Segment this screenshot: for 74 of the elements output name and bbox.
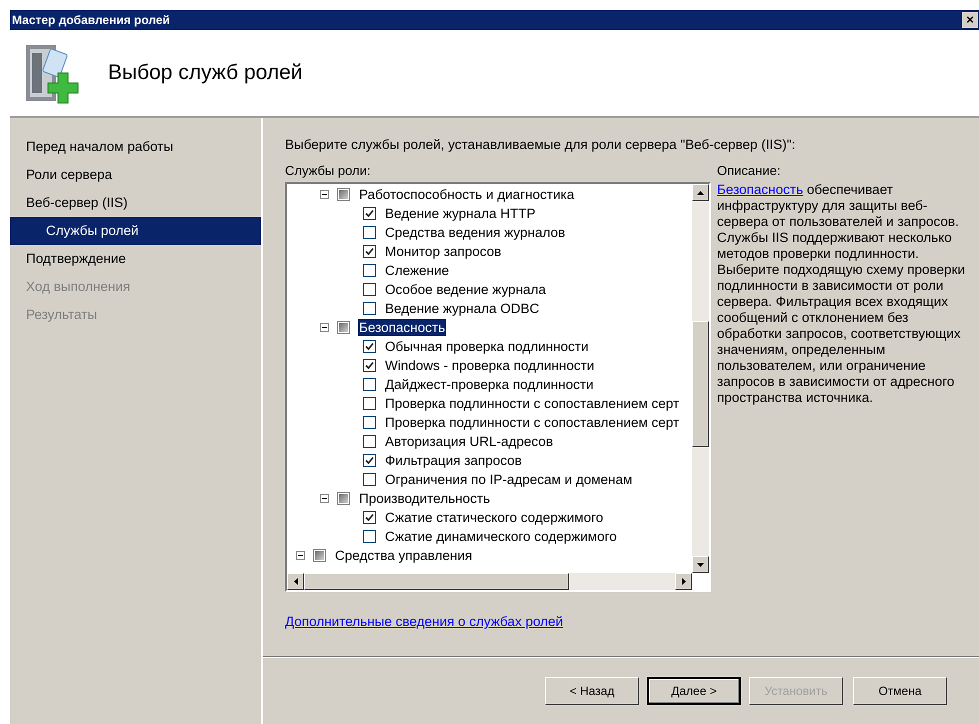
tree-item-label[interactable]: Безопасность [358,319,446,336]
tree-item-label[interactable]: Фильтрация запросов [384,452,523,470]
sidebar-step[interactable]: Веб-сервер (IIS) [10,189,261,217]
instruction-text: Выберите службы ролей, устанавливаемые для роли сервера "Веб-сервер (IIS)": [285,136,796,154]
page-heading: Выбор служб ролей [108,60,303,86]
sidebar-step[interactable]: Перед началом работы [10,133,261,161]
tree-item-label[interactable]: Монитор запросов [384,243,502,260]
description-link[interactable]: Безопасность [717,182,804,198]
up-arrow-icon [697,190,704,195]
checkbox[interactable] [363,207,376,220]
checkbox[interactable] [363,454,376,468]
tree-item-label[interactable]: Ведение журнала HTTP [384,205,536,222]
checkbox[interactable] [363,302,376,316]
tree-item-label[interactable]: Сжатие статического содержимого [384,509,604,526]
checkbox[interactable] [363,511,376,524]
wizard-button[interactable]: < Назад [545,676,639,704]
scroll-left-button[interactable] [287,573,304,590]
tree-item-label[interactable]: Слежение [384,262,450,280]
checkbox[interactable] [363,359,376,372]
checkbox[interactable] [363,435,376,448]
scroll-right-button[interactable] [675,573,692,590]
tree-item-label[interactable]: Работоспособность и диагностика [358,186,576,204]
tree-item-label[interactable]: Средства ведения журналов [384,224,566,242]
checkbox[interactable] [363,264,376,278]
checkbox[interactable] [313,549,326,562]
more-info-link[interactable]: Дополнительные сведения о службах ролей [285,612,564,632]
scroll-down-button[interactable] [692,556,709,574]
description-label: Описание: [717,162,780,180]
down-arrow-icon [697,562,704,567]
checkbox[interactable] [337,188,350,202]
tree-item-label[interactable]: Ведение журнала ODBC [384,300,540,318]
checkbox[interactable] [363,283,376,296]
checkbox[interactable] [363,473,376,486]
sidebar-step[interactable]: Службы ролей [10,217,261,245]
checkbox[interactable] [363,378,376,392]
tree-item-label[interactable]: Ограничения по IP-адресам и доменам [384,471,634,488]
left-arrow-icon [294,578,298,586]
checkbox[interactable] [363,226,376,240]
tree-item-label[interactable]: Авторизация URL-адресов [384,433,554,450]
window-title: Мастер добавления ролей [12,12,170,29]
collapse-icon[interactable] [320,494,329,504]
tree-item-label[interactable]: Средства управления [334,547,474,564]
tree-item-label[interactable]: Производительность [358,490,492,508]
tree-item-label[interactable]: Проверка подлинности с сопоставлением серт [384,414,680,432]
collapse-icon[interactable] [296,551,305,560]
close-button[interactable]: × [962,12,978,28]
collapse-icon[interactable] [320,190,329,200]
wizard-button[interactable]: Отмена [853,676,947,704]
sidebar-step[interactable]: Подтверждение [10,245,261,273]
vertical-scrollbar[interactable] [692,184,709,574]
tree-item-label[interactable]: Обычная проверка подлинности [384,338,590,356]
scroll-up-button[interactable] [692,184,709,202]
tree-item-label[interactable]: Дайджест-проверка подлинности [384,376,595,394]
tree-item-label[interactable]: Особое ведение журнала [384,281,547,298]
role-services-tree[interactable] [285,182,711,592]
scroll-thumb[interactable] [304,573,569,590]
checkbox[interactable] [363,530,376,544]
checkbox[interactable] [337,321,350,334]
checkbox[interactable] [363,397,376,410]
right-arrow-icon [682,578,686,586]
checkbox[interactable] [363,245,376,258]
tree-item-label[interactable]: Windows - проверка подлинности [384,357,596,374]
tree-item-label[interactable]: Проверка подлинности с сопоставлением серт [384,395,680,412]
sidebar-step[interactable]: Роли сервера [10,161,261,189]
scroll-thumb[interactable] [692,321,709,448]
description-text: Безопасность обеспечивает инфраструктуру для защиты веб-сервера от пользователей и запросов. Службы IIS поддерживают несколько методов проверки подлинности. Выберите подходящую схему проверки подлинности в зависимости от роли сервера. Фильтрация всех входящих сообщений с отклонением без обработки запросов, соответствующих значениям, определенным пользователем, или ограничение запросов в зависимости от адресного пространства источника. [717,182,966,406]
tree-item-label[interactable]: Сжатие динамического содержимого [384,528,618,546]
checkbox[interactable] [363,416,376,430]
tree-label: Службы роли: [285,162,370,180]
wizard-button[interactable]: Далее > [647,676,741,704]
checkbox[interactable] [363,340,376,354]
collapse-icon[interactable] [320,323,329,332]
checkbox[interactable] [337,492,350,506]
horizontal-scrollbar[interactable] [287,573,692,590]
